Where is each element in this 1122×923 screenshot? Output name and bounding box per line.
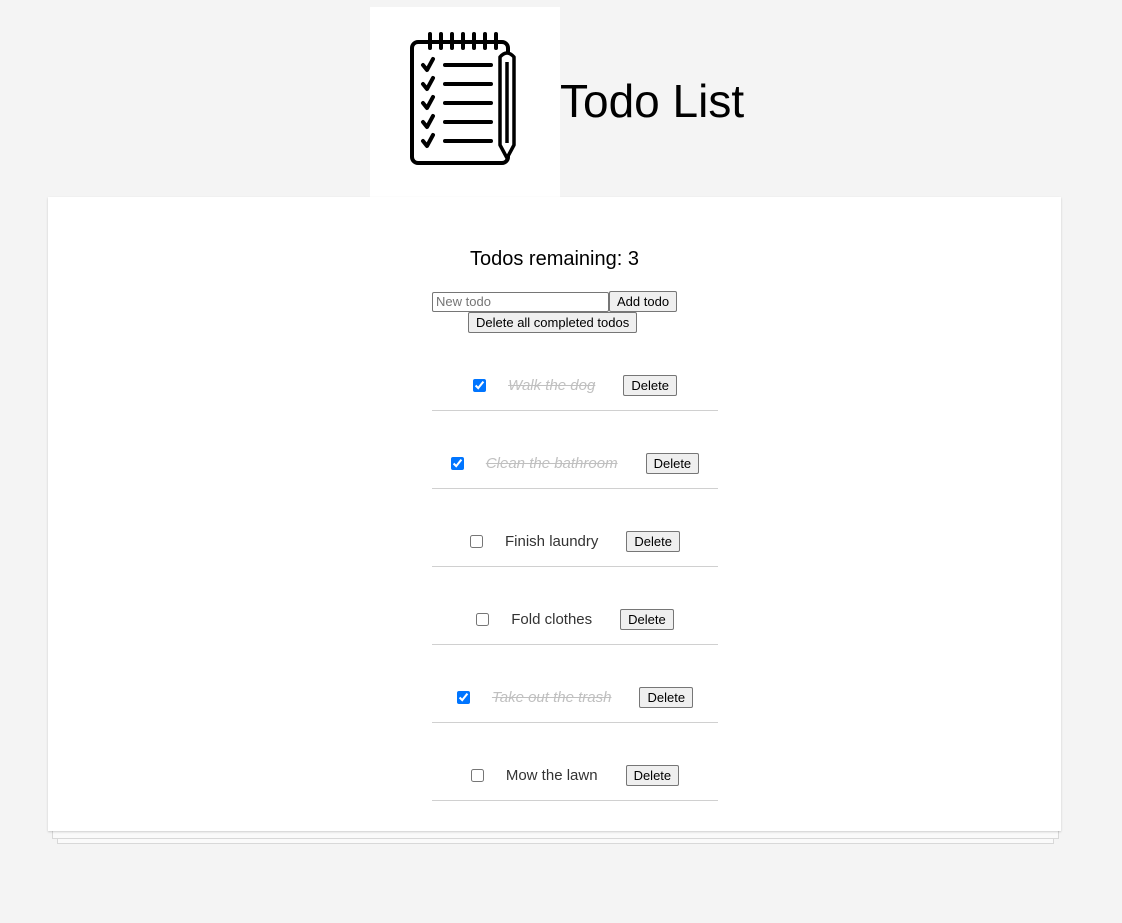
todo-checkbox[interactable] — [470, 769, 484, 782]
todo-checkbox[interactable] — [456, 691, 470, 704]
add-todo-row: Add todo — [432, 291, 678, 312]
delete-todo-button[interactable]: Delete — [625, 765, 680, 786]
delete-completed-button[interactable]: Delete all completed todos — [468, 312, 638, 333]
todo-controls: Add todo Delete all completed todos — [432, 291, 678, 333]
todo-item: Finish laundry Delete — [432, 489, 718, 567]
page-title: Todo List — [560, 75, 745, 127]
todo-text: Take out the trash — [491, 689, 612, 706]
app-header: Todo List — [370, 7, 744, 197]
todo-text: Finish laundry — [505, 533, 599, 550]
todo-checkbox[interactable] — [476, 613, 490, 626]
notepad-checklist-icon — [410, 32, 516, 165]
todo-text: Walk the dog — [508, 377, 596, 394]
todo-checkbox[interactable] — [473, 379, 487, 392]
todo-item: Walk the dog Delete — [432, 333, 718, 411]
delete-todo-button[interactable]: Delete — [623, 375, 677, 396]
todo-item: Clean the bathroom Delete — [432, 411, 718, 489]
todo-text: Fold clothes — [511, 611, 593, 628]
todo-checkbox[interactable] — [450, 457, 464, 470]
todo-card: Todos remaining: 3 Add todo Delete all c… — [48, 197, 1061, 831]
todo-list: Walk the dog Delete Clean the bathroom D… — [432, 333, 718, 801]
todo-item: Fold clothes Delete — [432, 567, 718, 645]
todo-checkbox[interactable] — [470, 535, 484, 548]
todo-text: Mow the lawn — [505, 767, 598, 784]
new-todo-input[interactable] — [432, 291, 609, 312]
add-todo-button[interactable]: Add todo — [609, 291, 678, 312]
todo-item: Mow the lawn Delete — [432, 723, 718, 801]
delete-todo-button[interactable]: Delete — [639, 687, 694, 708]
todo-text: Clean the bathroom — [485, 455, 618, 472]
delete-todo-button[interactable]: Delete — [626, 531, 680, 552]
delete-todo-button[interactable]: Delete — [645, 453, 700, 474]
delete-todo-button[interactable]: Delete — [620, 609, 674, 630]
todos-remaining-count: Todos remaining: 3 — [470, 248, 639, 270]
logo — [370, 7, 560, 197]
todo-item: Take out the trash Delete — [432, 645, 718, 723]
